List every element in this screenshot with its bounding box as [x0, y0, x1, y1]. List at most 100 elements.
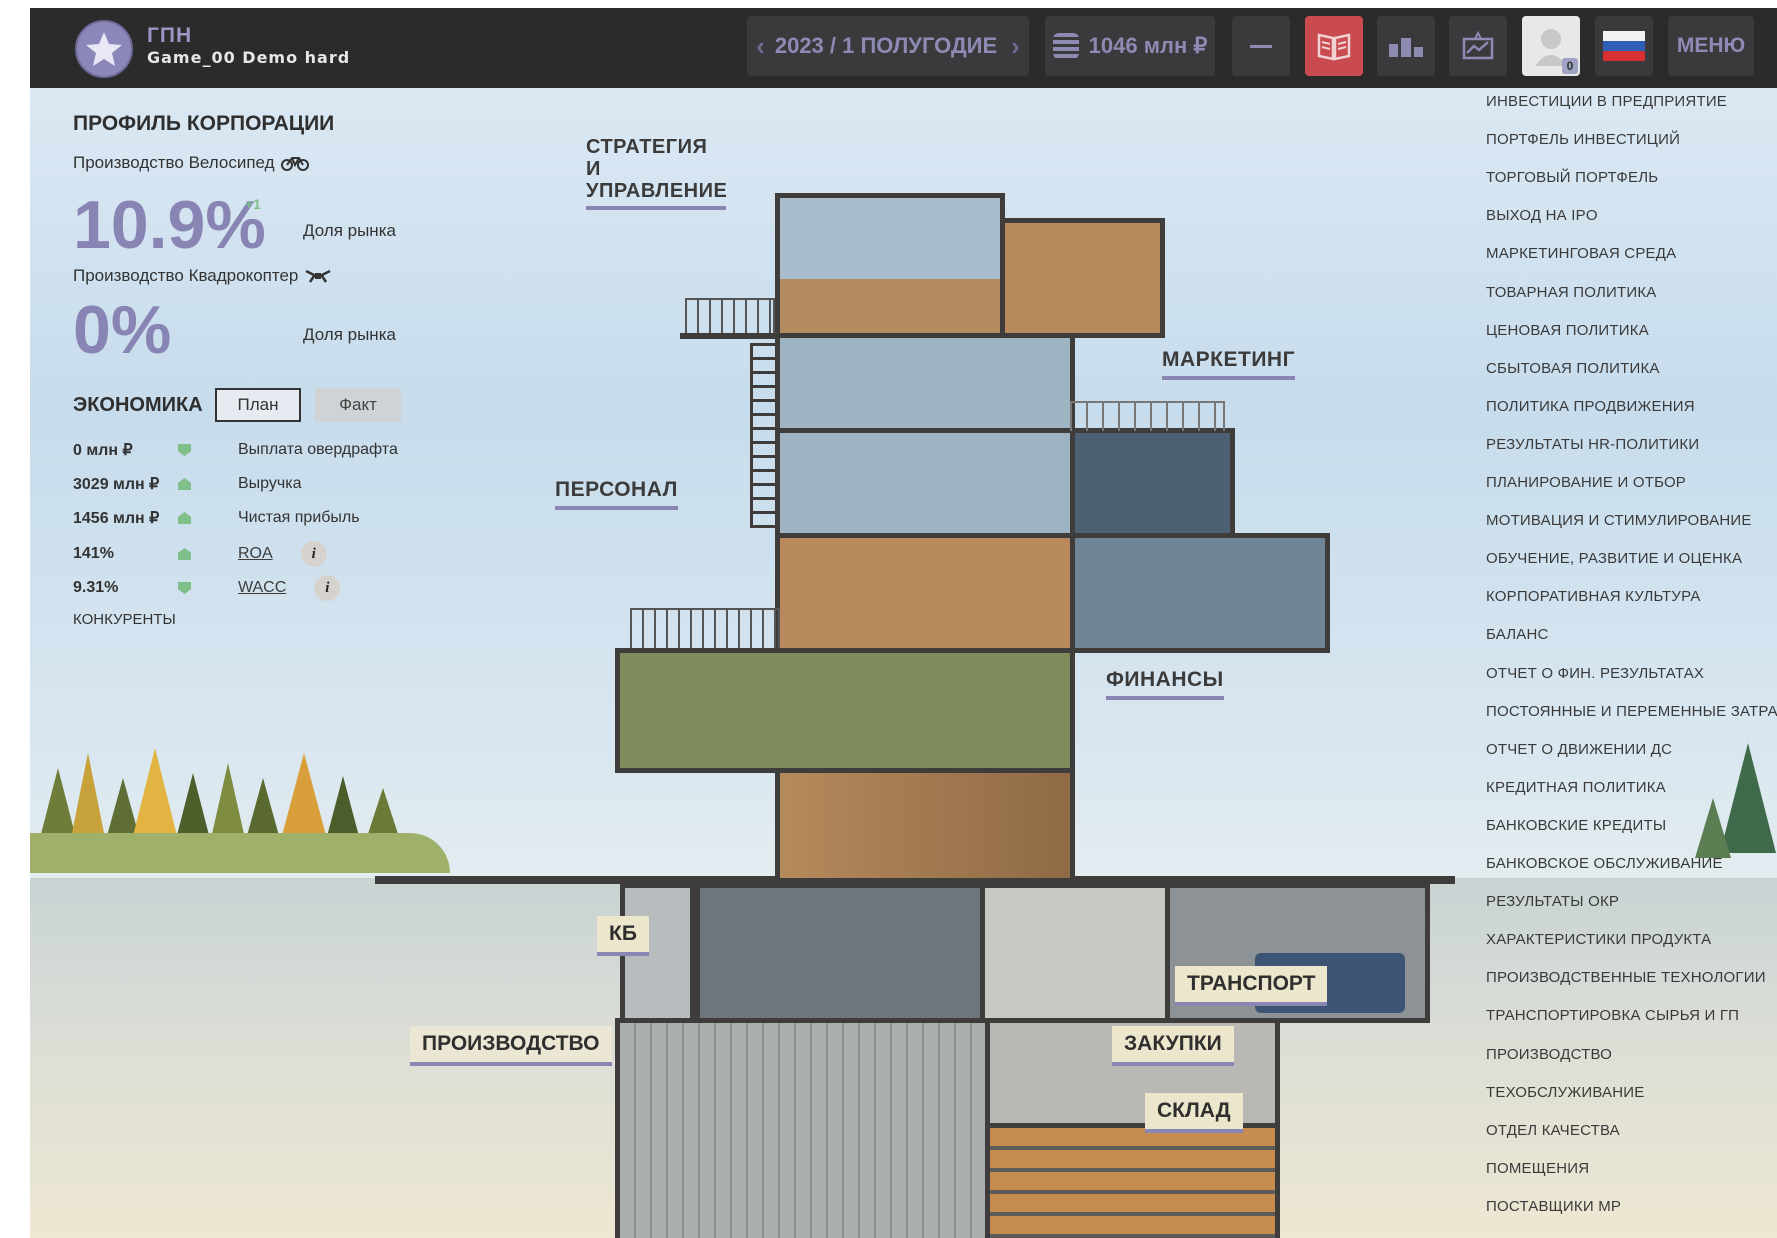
menu-item[interactable]: МАРКЕТИНГОВАЯ СРЕДА	[1486, 245, 1676, 262]
coins-icon	[1052, 33, 1079, 59]
label-warehouse[interactable]: СКЛАД	[1145, 1093, 1243, 1133]
cash-display[interactable]: 1046 млн ₽	[1045, 16, 1215, 76]
menu-item[interactable]: РЕЗУЛЬТАТЫ ОКР	[1486, 893, 1619, 910]
menu-item[interactable]: ИНВЕСТИЦИИ В ПРЕДПРИЯТИЕ	[1486, 93, 1727, 110]
minimize-button[interactable]	[1232, 16, 1290, 76]
tab-plan[interactable]: План	[215, 388, 301, 422]
menu-item[interactable]: СБЫТОВАЯ ПОЛИТИКА	[1486, 360, 1660, 377]
menu-item[interactable]: ОТЧЕТ О ДВИЖЕНИИ ДС	[1486, 741, 1672, 758]
menu-item[interactable]: ОТДЕЛ КАЧЕСТВА	[1486, 1122, 1620, 1139]
metric-value: 3029 млн ₽	[73, 476, 160, 493]
menu-item[interactable]: ОТЧЕТ О ФИН. РЕЗУЛЬТАТАХ	[1486, 665, 1704, 682]
room-finance-offices[interactable]	[775, 533, 1075, 653]
menu-item[interactable]: КОРПОРАТИВНАЯ КУЛЬТУРА	[1486, 588, 1701, 605]
menu-item[interactable]: ПРОИЗВОДСТВЕННЫЕ ТЕХНОЛОГИИ	[1486, 969, 1766, 986]
label-personnel[interactable]: ПЕРСОНАЛ	[555, 478, 678, 510]
profile-title: ПРОФИЛЬ КОРПОРАЦИИ	[73, 112, 335, 135]
language-button[interactable]	[1595, 16, 1653, 76]
drone-market-share: 0%	[73, 292, 172, 368]
chart-board-icon	[1462, 31, 1494, 60]
menu-button[interactable]: МЕНЮ	[1668, 16, 1754, 76]
menu-item[interactable]: ПЛАНИРОВАНИЕ И ОТБОР	[1486, 474, 1686, 491]
room-personnel-lower[interactable]	[775, 428, 1075, 538]
notifications-badge: 0	[1562, 58, 1578, 74]
menu-item[interactable]: ПОСТАВЩИКИ МР	[1486, 1198, 1621, 1215]
product-bicycle-label: Производство Велосипед	[73, 153, 275, 172]
balcony-top	[680, 333, 780, 339]
wacc-link[interactable]: WACC	[238, 579, 286, 597]
cash-value: 1046 млн ₽	[1088, 33, 1208, 58]
table-row: 0 млн ₽ Выплата овердрафта	[73, 440, 398, 460]
bicycle-market-share: 10.9%	[73, 187, 266, 263]
star-icon	[86, 32, 122, 66]
label-strategy[interactable]: СТРАТЕГИЯ И УПРАВЛЕНИЕ	[586, 136, 727, 210]
menu-item[interactable]: РЕЗУЛЬТАТЫ HR-ПОЛИТИКИ	[1486, 436, 1699, 453]
room-strategy-lounge[interactable]	[1000, 218, 1165, 338]
label-finance[interactable]: ФИНАНСЫ	[1106, 668, 1224, 700]
menu-item[interactable]: МОТИВАЦИЯ И СТИМУЛИРОВАНИЕ	[1486, 512, 1752, 529]
exterior-stairs	[750, 343, 778, 528]
menu-item[interactable]: БАНКОВСКОЕ ОБСЛУЖИВАНИЕ	[1486, 855, 1723, 872]
room-kb-lab[interactable]	[695, 883, 985, 1023]
roa-link[interactable]: ROA	[238, 545, 273, 563]
label-transport[interactable]: ТРАНСПОРТ	[1175, 966, 1328, 1006]
metric-value: 141%	[73, 545, 114, 562]
table-row: 9.31% WACC i	[73, 575, 341, 601]
menu-item[interactable]: ВЫХОД НА IPO	[1486, 207, 1598, 224]
menu-item[interactable]: ТОВАРНАЯ ПОЛИТИКА	[1486, 284, 1657, 301]
menu-item[interactable]: ТЕХОБСЛУЖИВАНИЕ	[1486, 1084, 1645, 1101]
wacc-info-icon[interactable]: i	[314, 575, 341, 601]
rating-button[interactable]	[1377, 16, 1435, 76]
room-production-hall[interactable]	[615, 1018, 990, 1238]
menu-item[interactable]: БАНКОВСКИЕ КРЕДИТЫ	[1486, 817, 1666, 834]
label-purchasing[interactable]: ЗАКУПКИ	[1112, 1026, 1234, 1066]
menu-item[interactable]: ПОЛИТИКА ПРОДВИЖЕНИЯ	[1486, 398, 1695, 415]
menu-item[interactable]: ТРАНСПОРТИРОВКА СЫРЬЯ И ГП	[1486, 1007, 1739, 1024]
tab-fact[interactable]: Факт	[315, 388, 401, 422]
bicycle-share-label: Доля рынка	[303, 221, 396, 240]
room-quality[interactable]	[980, 883, 1170, 1023]
menu-item[interactable]: КРЕДИТНАЯ ПОЛИТИКА	[1486, 779, 1666, 796]
balcony-mid	[630, 608, 780, 650]
chevron-right-icon[interactable]: ›	[1011, 31, 1020, 62]
room-finance-archive[interactable]	[615, 648, 1075, 773]
bicycle-icon	[280, 157, 309, 171]
drone-icon	[305, 269, 331, 283]
reports-button[interactable]	[1449, 16, 1507, 76]
menu-item[interactable]: ПОМЕЩЕНИЯ	[1486, 1160, 1589, 1177]
room-warehouse[interactable]	[985, 1123, 1280, 1238]
company-logo[interactable]	[75, 20, 133, 78]
room-marketing[interactable]	[1070, 428, 1235, 538]
competitors-link[interactable]: КОНКУРЕНТЫ	[73, 611, 176, 628]
economy-title: ЭКОНОМИКА	[73, 394, 203, 416]
book-button[interactable]	[1305, 16, 1363, 76]
profile-button[interactable]: 0	[1522, 16, 1580, 76]
menu-item[interactable]: ПРОИЗВОДСТВО	[1486, 1046, 1612, 1063]
menu-item[interactable]: ПОСТОЯННЫЕ И ПЕРЕМЕННЫЕ ЗАТРАТЫ	[1486, 703, 1777, 720]
product-drone-label: Производство Квадрокоптер	[73, 266, 299, 285]
metric-label: Чистая прибыль	[238, 509, 360, 526]
roa-info-icon[interactable]: i	[300, 541, 327, 567]
room-lobby[interactable]	[775, 768, 1075, 883]
chevron-left-icon[interactable]: ‹	[756, 31, 765, 62]
room-strategy-office[interactable]	[775, 193, 1005, 338]
trend-down-icon	[178, 444, 191, 456]
metric-value: 0 млн ₽	[73, 442, 133, 459]
drone-share-label: Доля рынка	[303, 325, 396, 344]
metric-value: 9.31%	[73, 579, 119, 596]
trend-up-icon	[178, 548, 191, 560]
menu-item[interactable]: ПОРТФЕЛЬ ИНВЕСТИЦИЙ	[1486, 131, 1680, 148]
label-marketing[interactable]: МАРКЕТИНГ	[1162, 348, 1295, 380]
menu-item[interactable]: ЦЕНОВАЯ ПОЛИТИКА	[1486, 322, 1649, 339]
room-personnel-upper[interactable]	[775, 333, 1075, 433]
top-bar: ГПН Game_00 Demo hard ‹ 2023 / 1 ПОЛУГОД…	[30, 8, 1777, 88]
menu-item[interactable]: БАЛАНС	[1486, 626, 1549, 643]
bicycle-share-delta: +1	[245, 196, 261, 212]
menu-item[interactable]: ХАРАКТЕРИСТИКИ ПРОДУКТА	[1486, 931, 1711, 948]
menu-item[interactable]: ТОРГОВЫЙ ПОРТФЕЛЬ	[1486, 169, 1658, 186]
room-marketing-lounge[interactable]	[1070, 533, 1330, 653]
menu-item[interactable]: ОБУЧЕНИЕ, РАЗВИТИЕ И ОЦЕНКА	[1486, 550, 1742, 567]
label-kb[interactable]: КБ	[597, 916, 649, 956]
russia-flag-icon	[1603, 31, 1645, 61]
label-production[interactable]: ПРОИЗВОДСТВО	[410, 1026, 612, 1066]
